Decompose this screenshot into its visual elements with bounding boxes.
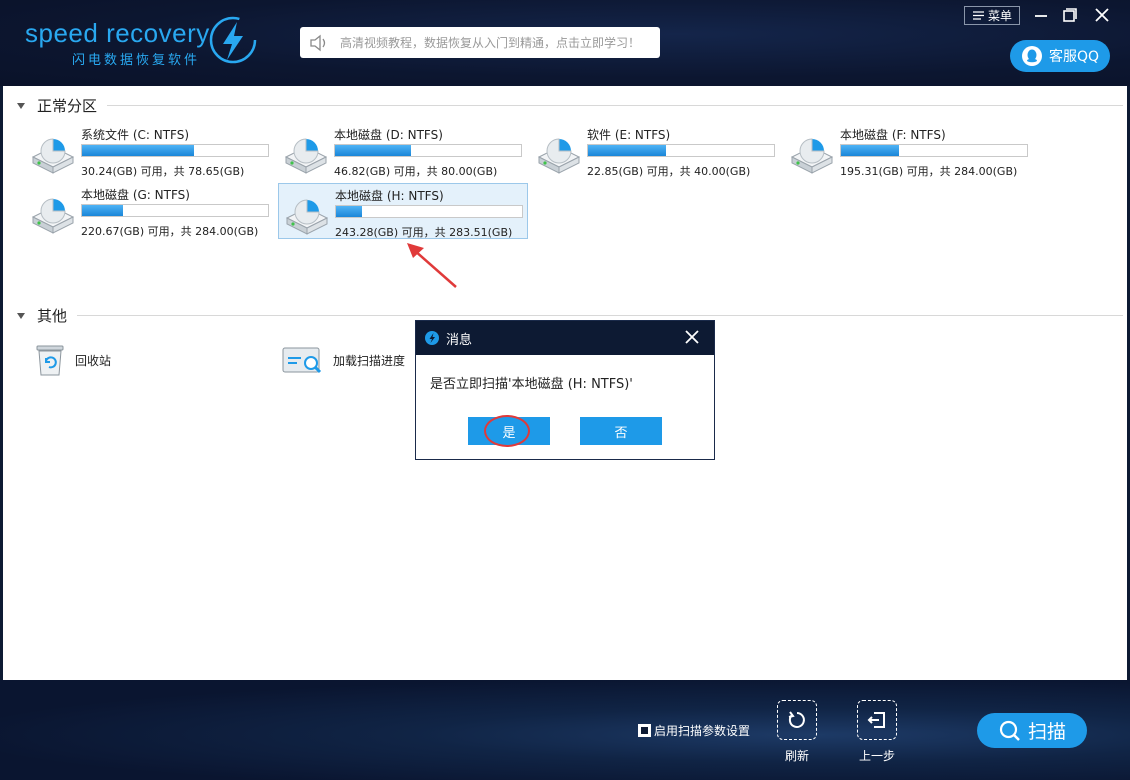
qq-penguin-icon — [1021, 46, 1042, 66]
recycle-bin-icon — [36, 345, 64, 376]
customer-service-qq-button[interactable]: 客服QQ — [1010, 40, 1110, 72]
drive-usage-fill — [335, 145, 412, 156]
drive-usage-fill — [82, 145, 194, 156]
hard-drive-icon — [790, 138, 834, 174]
load-progress-label: 加载扫描进度 — [333, 353, 406, 368]
section-title: 正常分区 — [37, 97, 98, 115]
tutorial-banner-text: 高清视频教程，数据恢复从入门到精通，点击立即学习！ — [340, 36, 641, 50]
speaker-icon — [310, 34, 326, 51]
collapse-triangle-icon[interactable] — [17, 102, 25, 109]
checkbox-box[interactable] — [638, 724, 651, 737]
annotation-arrow-icon — [407, 243, 457, 288]
dialog-title-bar[interactable]: 消息 — [416, 321, 714, 355]
close-icon[interactable] — [1093, 6, 1111, 24]
drive-item[interactable]: 本地磁盘 (H: NTFS) 243.28(GB) 可用，共 283.51(GB) — [278, 183, 528, 239]
section-divider — [77, 315, 1123, 316]
hard-drive-icon — [31, 138, 75, 174]
dialog-title: 消息 — [446, 332, 473, 348]
drive-capacity-info: 22.85(GB) 可用，共 40.00(GB) — [587, 165, 751, 178]
title-bar: speed recovery 闪电数据恢复软件 高清视频教程，数据恢复从入门到精… — [0, 0, 1130, 86]
hard-drive-icon — [285, 199, 329, 235]
tutorial-banner[interactable]: 高清视频教程，数据恢复从入门到精通，点击立即学习！ — [300, 27, 660, 58]
no-button[interactable]: 否 — [580, 417, 662, 445]
refresh-label: 刷新 — [785, 749, 810, 763]
qq-button-label: 客服QQ — [1048, 49, 1100, 65]
drive-usage-bar — [587, 144, 775, 157]
drive-usage-bar — [81, 204, 269, 217]
drive-usage-bar — [335, 205, 523, 218]
drive-capacity-info: 220.67(GB) 可用，共 284.00(GB) — [81, 225, 259, 238]
hard-drive-icon — [537, 138, 581, 174]
back-button[interactable] — [857, 700, 897, 740]
annotation-circle — [484, 415, 530, 447]
drive-usage-fill — [336, 206, 363, 217]
app-logo-subtitle: 闪电数据恢复软件 — [72, 53, 201, 68]
back-label: 上一步 — [859, 749, 896, 763]
load-scan-progress-item[interactable]: 加载扫描进度 — [281, 342, 405, 378]
bottom-bar — [0, 680, 1130, 780]
hard-drive-icon — [284, 138, 328, 174]
lightning-logo-icon — [209, 16, 257, 64]
recycle-bin-item[interactable]: 回收站 — [33, 342, 111, 378]
drive-name: 本地磁盘 (H: NTFS) — [335, 189, 444, 203]
drive-usage-fill — [588, 145, 667, 156]
search-icon — [999, 720, 1020, 741]
drive-item[interactable]: 本地磁盘 (G: NTFS) 220.67(GB) 可用，共 284.00(GB) — [25, 183, 275, 239]
drive-item[interactable]: 本地磁盘 (D: NTFS) 46.82(GB) 可用，共 80.00(GB) — [278, 123, 528, 179]
app-logo-text: speed recovery — [25, 18, 210, 48]
app-small-logo-icon — [425, 331, 439, 345]
scan-params-label: 启用扫描参数设置 — [654, 724, 751, 738]
minimize-icon[interactable] — [1032, 6, 1050, 24]
maximize-icon[interactable] — [1061, 6, 1079, 24]
drive-capacity-info: 30.24(GB) 可用，共 78.65(GB) — [81, 165, 245, 178]
normal-partitions-header[interactable]: 正常分区 — [17, 95, 1123, 116]
refresh-button[interactable] — [777, 700, 817, 740]
refresh-icon — [788, 711, 805, 728]
dialog-message: 是否立即扫描'本地磁盘 (H: NTFS)' — [430, 377, 633, 392]
load-progress-search-icon — [282, 347, 322, 374]
drive-name: 软件 (E: NTFS) — [587, 128, 671, 142]
dialog-close-icon[interactable] — [684, 329, 700, 345]
drive-usage-bar — [81, 144, 269, 157]
recycle-bin-label: 回收站 — [75, 353, 112, 368]
drive-capacity-info: 46.82(GB) 可用，共 80.00(GB) — [334, 165, 498, 178]
drive-name: 本地磁盘 (D: NTFS) — [334, 128, 443, 142]
menu-button[interactable]: 菜单 — [964, 6, 1020, 25]
scan-button-label: 扫描 — [1027, 721, 1066, 743]
drive-capacity-info: 195.31(GB) 可用，共 284.00(GB) — [840, 165, 1018, 178]
section-title: 其他 — [37, 307, 68, 325]
collapse-triangle-icon[interactable] — [17, 312, 25, 319]
drive-item[interactable]: 系统文件 (C: NTFS) 30.24(GB) 可用，共 78.65(GB) — [25, 123, 275, 179]
menu-button-label: 菜单 — [987, 9, 1012, 23]
hard-drive-icon — [31, 198, 75, 234]
drive-item[interactable]: 本地磁盘 (F: NTFS) 195.31(GB) 可用，共 284.00(GB) — [784, 123, 1034, 179]
scan-params-checkbox[interactable]: 启用扫描参数设置 — [638, 722, 750, 739]
drive-name: 系统文件 (C: NTFS) — [81, 128, 190, 142]
drive-name: 本地磁盘 (F: NTFS) — [840, 128, 946, 142]
drive-name: 本地磁盘 (G: NTFS) — [81, 188, 190, 202]
scan-button[interactable]: 扫描 — [977, 713, 1087, 748]
back-exit-icon — [867, 712, 885, 728]
drive-usage-bar — [334, 144, 522, 157]
drive-usage-bar — [840, 144, 1028, 157]
confirm-scan-dialog: 消息 是否立即扫描'本地磁盘 (H: NTFS)' 是 否 — [415, 320, 715, 460]
menu-list-icon — [972, 11, 984, 20]
section-divider — [107, 105, 1123, 106]
drive-usage-fill — [841, 145, 899, 156]
drive-usage-fill — [82, 205, 123, 216]
drive-item[interactable]: 软件 (E: NTFS) 22.85(GB) 可用，共 40.00(GB) — [531, 123, 781, 179]
